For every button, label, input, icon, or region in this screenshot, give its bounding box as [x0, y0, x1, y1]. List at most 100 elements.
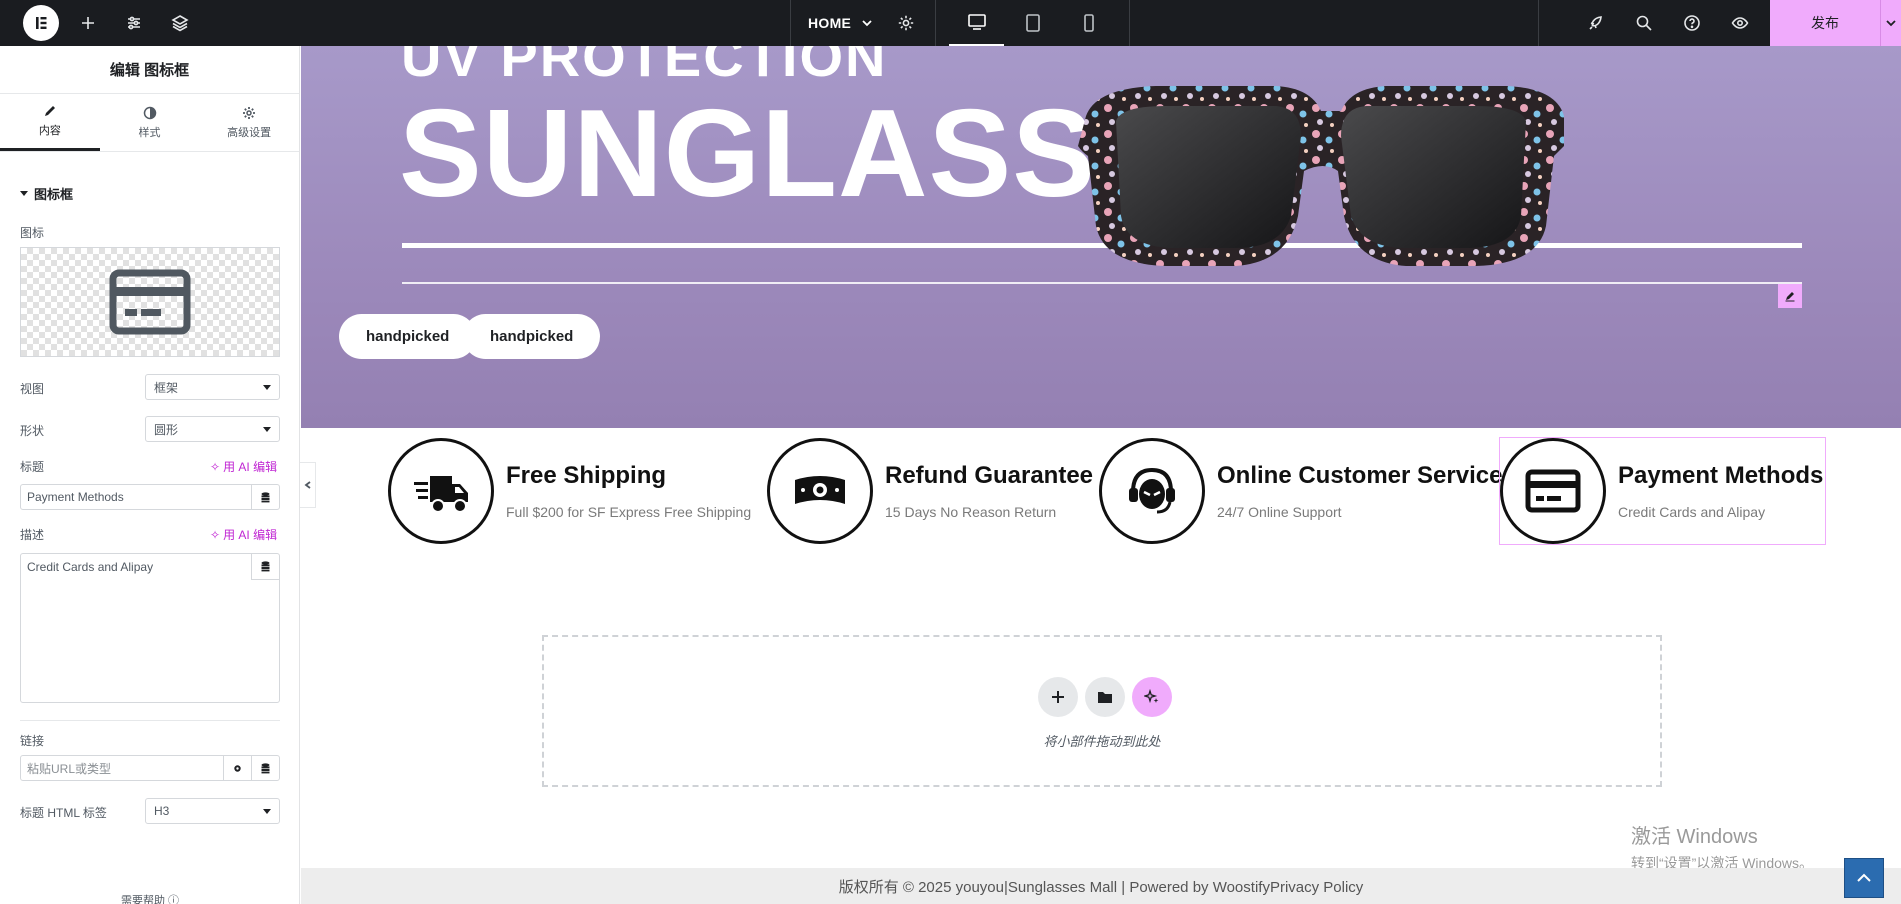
hero-button-1[interactable]: handpicked	[339, 314, 477, 359]
publish-options-button[interactable]	[1880, 0, 1901, 46]
section-toggle-icon-box[interactable]: 图标框	[20, 184, 73, 203]
tab-advanced-label: 高级设置	[227, 126, 272, 139]
question-circle-icon: ⓘ	[168, 895, 180, 904]
topbar-divider	[1538, 0, 1539, 46]
credit-card-icon	[1525, 469, 1581, 513]
database-icon	[261, 762, 270, 773]
section-title: 图标框	[34, 187, 74, 202]
structure-layers-icon[interactable]	[166, 9, 194, 37]
feature-box-refund[interactable]: Refund Guarantee 15 Days No Reason Retur…	[767, 438, 1093, 544]
topbar-divider	[790, 0, 791, 46]
scroll-to-top-button[interactable]	[1844, 858, 1884, 898]
feature-box-payment[interactable]: Payment Methods Credit Cards and Alipay	[1498, 437, 1827, 545]
windows-activation-watermark: 激活 Windows 转到“设置”以激活 Windows。	[1631, 820, 1813, 873]
plus-icon	[1052, 691, 1064, 703]
topbar-divider	[935, 0, 936, 46]
help-icon[interactable]	[1678, 9, 1706, 37]
link-input[interactable]: 粘贴URL或类型	[20, 755, 280, 781]
caret-down-icon	[20, 191, 28, 196]
ai-sparkle-icon: ✧	[210, 459, 221, 474]
help-label: 需要帮助	[120, 895, 165, 904]
ai-edit-label: 用 AI 编辑	[223, 528, 278, 542]
hero-subtitle: UV PROTECTION	[401, 46, 888, 88]
panel-tabs: 内容 样式 高级设置	[0, 94, 299, 152]
shape-select[interactable]: 圆形	[145, 416, 280, 442]
pencil-icon	[44, 106, 55, 116]
link-label: 链接	[20, 734, 45, 748]
chevron-down-icon	[862, 20, 872, 27]
feature-icon-circle	[388, 438, 494, 544]
help-link[interactable]: 需要帮助 ⓘ	[0, 892, 300, 904]
description-value: Credit Cards and Alipay	[27, 560, 154, 574]
dynamic-tags-button[interactable]	[251, 485, 279, 509]
html-tag-value: H3	[154, 804, 170, 818]
view-select[interactable]: 框架	[145, 374, 280, 400]
tab-advanced[interactable]: 高级设置	[199, 94, 299, 151]
page-selector[interactable]: HOME	[808, 0, 873, 46]
feature-icon-circle	[1099, 438, 1205, 544]
shape-select-value: 圆形	[154, 422, 179, 437]
ai-generate-button[interactable]	[1132, 677, 1172, 717]
add-section-button[interactable]	[1038, 677, 1078, 717]
title-ai-edit-button[interactable]: ✧ 用 AI 编辑	[210, 458, 277, 475]
feature-title: Payment Methods	[1618, 462, 1824, 489]
database-icon	[261, 491, 270, 502]
page-settings-gear-icon[interactable]	[892, 9, 920, 37]
dynamic-tags-button[interactable]	[251, 756, 279, 780]
shape-label: 形状	[20, 424, 45, 438]
icon-picker-preview[interactable]	[20, 247, 280, 357]
elementor-logo-icon[interactable]	[23, 5, 59, 41]
hero-section[interactable]: UV PROTECTION SUNGLASSES handpicked hand…	[301, 46, 1901, 428]
gear-icon	[234, 764, 241, 772]
site-settings-icon[interactable]	[120, 9, 148, 37]
feature-description: Full $200 for SF Express Free Shipping	[506, 504, 752, 520]
html-tag-label: 标题 HTML 标签	[20, 806, 107, 820]
dropzone-actions	[1038, 677, 1172, 717]
description-label: 描述	[20, 528, 45, 542]
tablet-view-icon[interactable]	[1005, 0, 1060, 46]
publish-button[interactable]: 发布	[1770, 0, 1880, 46]
add-element-icon[interactable]	[74, 9, 102, 37]
money-bill-icon	[795, 476, 845, 504]
search-icon[interactable]	[1630, 9, 1658, 37]
feature-box-support[interactable]: Online Customer Service 24/7 Online Supp…	[1099, 438, 1502, 544]
panel-divider	[20, 720, 280, 721]
ai-sparkle-icon: ✧	[210, 527, 221, 542]
empty-section-dropzone[interactable]: 将小部件拖动到此处	[542, 635, 1662, 787]
dynamic-tags-button[interactable]	[251, 554, 279, 580]
title-input-value: Payment Methods	[27, 490, 124, 504]
sunglasses-image	[1078, 86, 1564, 266]
tab-style[interactable]: 样式	[100, 94, 200, 151]
tab-style-label: 样式	[138, 126, 161, 139]
feature-description: 15 Days No Reason Return	[885, 504, 1057, 520]
feature-description: 24/7 Online Support	[1217, 504, 1342, 520]
topbar-divider	[1129, 0, 1130, 46]
link-options-button[interactable]	[223, 756, 251, 780]
chevron-up-icon	[1857, 873, 1871, 882]
chevron-down-icon	[1886, 20, 1896, 27]
database-icon	[261, 561, 270, 572]
html-tag-select[interactable]: H3	[145, 798, 280, 824]
credit-card-icon	[109, 269, 191, 335]
site-footer: 版权所有 © 2025 youyou|Sunglasses Mall | Pow…	[301, 868, 1901, 904]
tab-content[interactable]: 内容	[0, 94, 100, 151]
tab-content-label: 内容	[38, 125, 61, 137]
title-label: 标题	[20, 460, 45, 474]
feature-title: Free Shipping	[506, 462, 667, 489]
hero-button-2[interactable]: handpicked	[463, 314, 601, 359]
ai-edit-label: 用 AI 编辑	[223, 460, 278, 474]
preview-eye-icon[interactable]	[1726, 9, 1754, 37]
notifications-rocket-icon[interactable]	[1582, 9, 1610, 37]
feature-description: Credit Cards and Alipay	[1618, 504, 1766, 520]
edit-widget-pencil-icon[interactable]	[1778, 284, 1802, 308]
description-textarea[interactable]: Credit Cards and Alipay	[20, 553, 280, 703]
feature-title: Refund Guarantee	[885, 462, 1094, 489]
title-input[interactable]: Payment Methods	[20, 484, 280, 510]
feature-box-shipping[interactable]: Free Shipping Full $200 for SF Express F…	[388, 438, 751, 544]
mobile-view-icon[interactable]	[1061, 0, 1116, 46]
description-ai-edit-button[interactable]: ✧ 用 AI 编辑	[210, 526, 277, 543]
add-template-button[interactable]	[1085, 677, 1125, 717]
desktop-view-icon[interactable]	[949, 0, 1004, 46]
watermark-title: 激活 Windows	[1631, 826, 1758, 848]
gear-icon	[243, 106, 256, 119]
